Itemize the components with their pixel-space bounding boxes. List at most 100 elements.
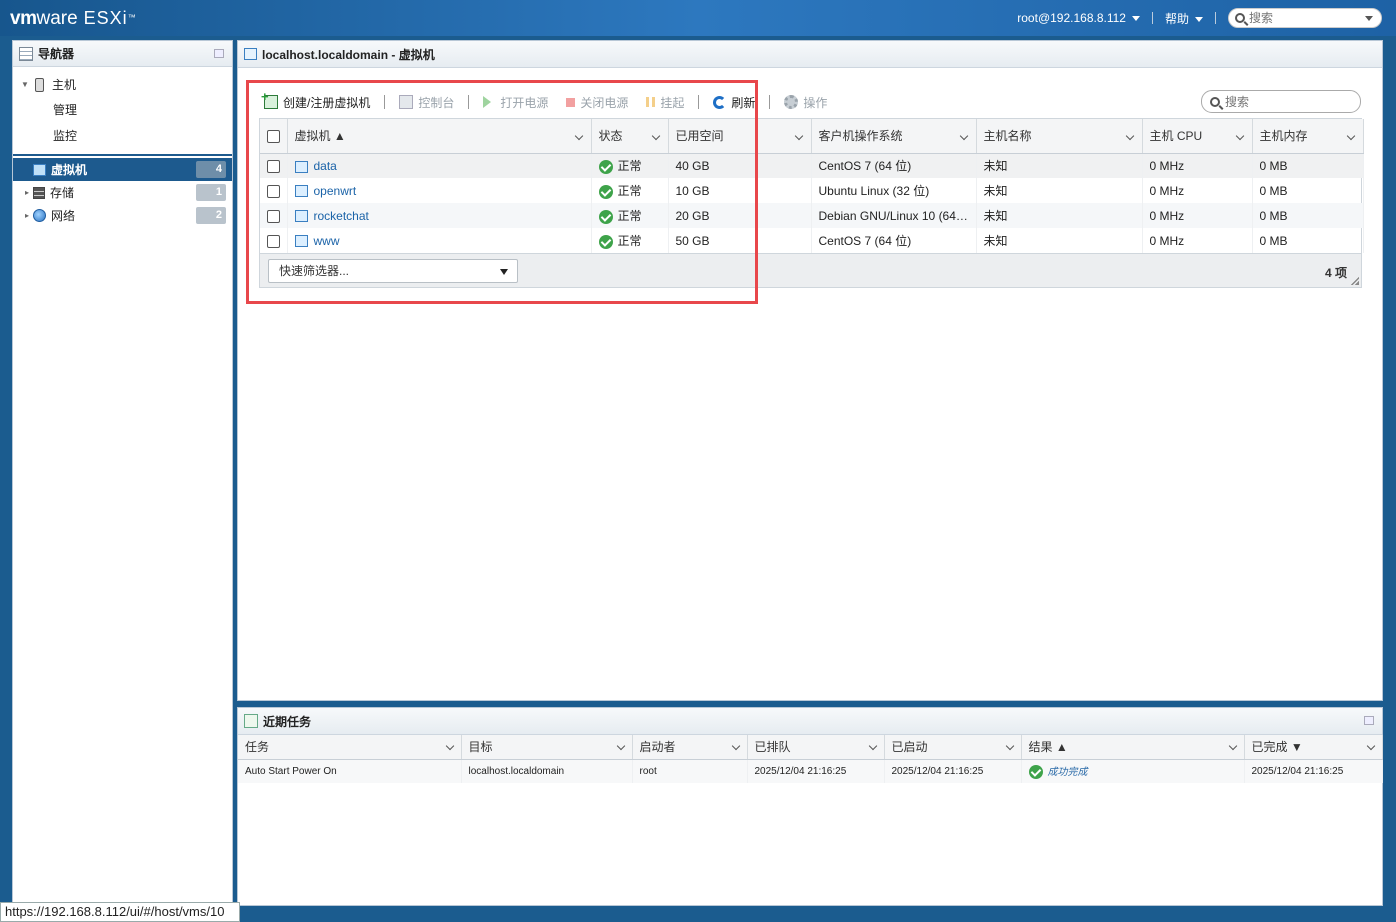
count-badge: 2 xyxy=(196,207,226,224)
actions-button[interactable]: 操作 xyxy=(782,94,829,111)
expand-arrow-icon[interactable]: ▼ xyxy=(19,80,31,89)
status-text: 正常 xyxy=(617,234,642,248)
recent-tasks-panel: 近期任务 任务 目标 启动者 已排队 已启动 结果 ▲ 已完成 ▼ Auto S… xyxy=(237,707,1383,906)
select-all-checkbox[interactable] xyxy=(267,129,280,143)
used-space-cell: 10 GB xyxy=(668,178,812,203)
table-row[interactable]: rocketchat 正常 20 GB Debian GNU/Linux 10 … xyxy=(260,203,1364,228)
column-header-host-cpu[interactable]: 主机 CPU xyxy=(1142,119,1253,154)
column-label: 已用空间 xyxy=(675,129,724,144)
tree-item-vms[interactable]: 虚拟机 4 xyxy=(13,158,232,181)
power-off-button[interactable]: 关闭电源 xyxy=(564,94,630,111)
button-label: 控制台 xyxy=(418,95,455,110)
refresh-button[interactable]: 刷新 xyxy=(711,94,757,111)
status-bar-url: https://192.168.8.112/ui/#/host/vms/10 xyxy=(0,902,240,922)
divider xyxy=(384,95,386,109)
column-label: 已启动 xyxy=(891,740,928,755)
host-memory-cell: 0 MB xyxy=(1252,178,1364,203)
vm-name-link[interactable]: data xyxy=(314,159,337,173)
vm-search-input[interactable] xyxy=(1225,94,1345,109)
chevron-down-icon[interactable] xyxy=(731,741,740,751)
column-header-status[interactable]: 状态 xyxy=(591,119,669,154)
row-checkbox[interactable] xyxy=(267,234,280,248)
task-cell: Auto Start Power On xyxy=(238,759,462,783)
vm-name-link[interactable]: openwrt xyxy=(314,184,357,198)
tree-item-network[interactable]: ▸ 网络 2 xyxy=(13,204,232,227)
tree-item-manage[interactable]: 管理 xyxy=(13,96,232,122)
column-header-guest-os[interactable]: 客户机操作系统 xyxy=(811,119,977,154)
power-on-button[interactable]: 打开电源 xyxy=(481,94,550,111)
chevron-down-icon[interactable] xyxy=(1125,131,1134,141)
ok-status-icon xyxy=(598,234,613,249)
vmware-esxi-logo[interactable]: vmware ESXi™ xyxy=(10,7,136,30)
quick-filter-select[interactable]: 快速筛选器... xyxy=(268,259,518,283)
chevron-down-icon[interactable] xyxy=(1235,131,1244,141)
chevron-down-icon[interactable] xyxy=(1005,741,1014,751)
used-space-cell: 20 GB xyxy=(668,203,812,228)
row-checkbox[interactable] xyxy=(267,159,280,173)
vm-search[interactable] xyxy=(1201,90,1361,113)
chevron-down-icon[interactable] xyxy=(1365,15,1373,21)
table-row[interactable]: Auto Start Power On localhost.localdomai… xyxy=(238,759,1383,783)
chevron-down-icon[interactable] xyxy=(651,131,660,141)
vm-name-link[interactable]: www xyxy=(314,234,340,248)
create-vm-button[interactable]: 创建/注册虚拟机 xyxy=(261,89,372,111)
chevron-down-icon[interactable] xyxy=(794,131,803,141)
chevron-down-icon[interactable] xyxy=(868,741,877,751)
count-badge: 1 xyxy=(196,184,226,201)
expand-arrow-icon[interactable]: ▸ xyxy=(21,188,33,197)
chevron-down-icon[interactable] xyxy=(1366,741,1375,751)
tree-item-host[interactable]: ▼ 主机 xyxy=(13,73,232,96)
tree-item-label: 管理 xyxy=(53,102,78,117)
table-header: 任务 目标 启动者 已排队 已启动 结果 ▲ 已完成 ▼ xyxy=(238,735,1383,760)
column-header-result[interactable]: 结果 ▲ xyxy=(1021,735,1245,760)
column-header-started[interactable]: 已启动 xyxy=(884,735,1022,760)
tasks-icon xyxy=(244,714,258,728)
console-button[interactable]: 控制台 xyxy=(397,94,456,111)
suspend-button[interactable]: 挂起 xyxy=(644,94,686,111)
table-row[interactable]: www 正常 50 GB CentOS 7 (64 位) 未知 0 MHz 0 … xyxy=(260,228,1364,253)
column-header-initiator[interactable]: 启动者 xyxy=(632,735,748,760)
chevron-down-icon[interactable] xyxy=(1228,741,1237,751)
column-header-queued[interactable]: 已排队 xyxy=(747,735,885,760)
column-header-used-space[interactable]: 已用空间 xyxy=(668,119,812,154)
column-label: 状态 xyxy=(598,129,623,144)
column-header-host-memory[interactable]: 主机内存 xyxy=(1252,119,1364,154)
chevron-down-icon[interactable] xyxy=(616,741,625,751)
column-header-task[interactable]: 任务 xyxy=(238,735,462,760)
global-search-input[interactable] xyxy=(1249,11,1359,25)
user-menu[interactable]: root@192.168.8.112 xyxy=(1017,11,1140,25)
column-header-target[interactable]: 目标 xyxy=(461,735,633,760)
column-header-hostname[interactable]: 主机名称 xyxy=(976,119,1143,154)
column-header-completed[interactable]: 已完成 ▼ xyxy=(1244,735,1383,760)
chevron-down-icon[interactable] xyxy=(959,131,968,141)
row-checkbox[interactable] xyxy=(267,209,280,223)
vm-icon xyxy=(294,160,308,173)
status-text: 正常 xyxy=(617,159,642,174)
help-menu[interactable]: 帮助 xyxy=(1165,10,1203,27)
vm-name-link[interactable]: rocketchat xyxy=(314,209,369,223)
guest-os-cell: Ubuntu Linux (32 位) xyxy=(811,178,977,203)
tree-item-storage[interactable]: ▸ 存储 1 xyxy=(13,181,232,204)
collapse-panel-icon[interactable] xyxy=(214,49,224,58)
dropdown-arrow-icon xyxy=(500,269,508,275)
guest-os-cell: Debian GNU/Linux 10 (64… xyxy=(811,203,977,228)
chevron-down-icon[interactable] xyxy=(1346,131,1355,141)
table-row[interactable]: data 正常 40 GB CentOS 7 (64 位) 未知 0 MHz 0… xyxy=(260,153,1364,178)
vm-icon xyxy=(244,48,257,60)
column-header-vm[interactable]: 虚拟机 ▲ xyxy=(287,119,592,154)
table-row[interactable]: openwrt 正常 10 GB Ubuntu Linux (32 位) 未知 … xyxy=(260,178,1364,203)
expand-arrow-icon[interactable]: ▸ xyxy=(21,211,33,220)
used-space-cell: 40 GB xyxy=(668,153,812,178)
resize-handle-icon[interactable] xyxy=(1351,277,1359,285)
collapse-panel-icon[interactable] xyxy=(1364,716,1374,725)
button-label: 挂起 xyxy=(660,95,685,110)
chevron-down-icon[interactable] xyxy=(574,131,583,141)
console-icon xyxy=(399,95,414,109)
host-icon xyxy=(35,77,44,92)
table-footer: 快速筛选器... 4 项 xyxy=(260,253,1361,287)
row-checkbox[interactable] xyxy=(267,184,280,198)
chevron-down-icon[interactable] xyxy=(445,741,454,751)
global-search[interactable] xyxy=(1228,8,1382,28)
divider xyxy=(13,154,232,156)
tree-item-monitor[interactable]: 监控 xyxy=(13,122,232,148)
